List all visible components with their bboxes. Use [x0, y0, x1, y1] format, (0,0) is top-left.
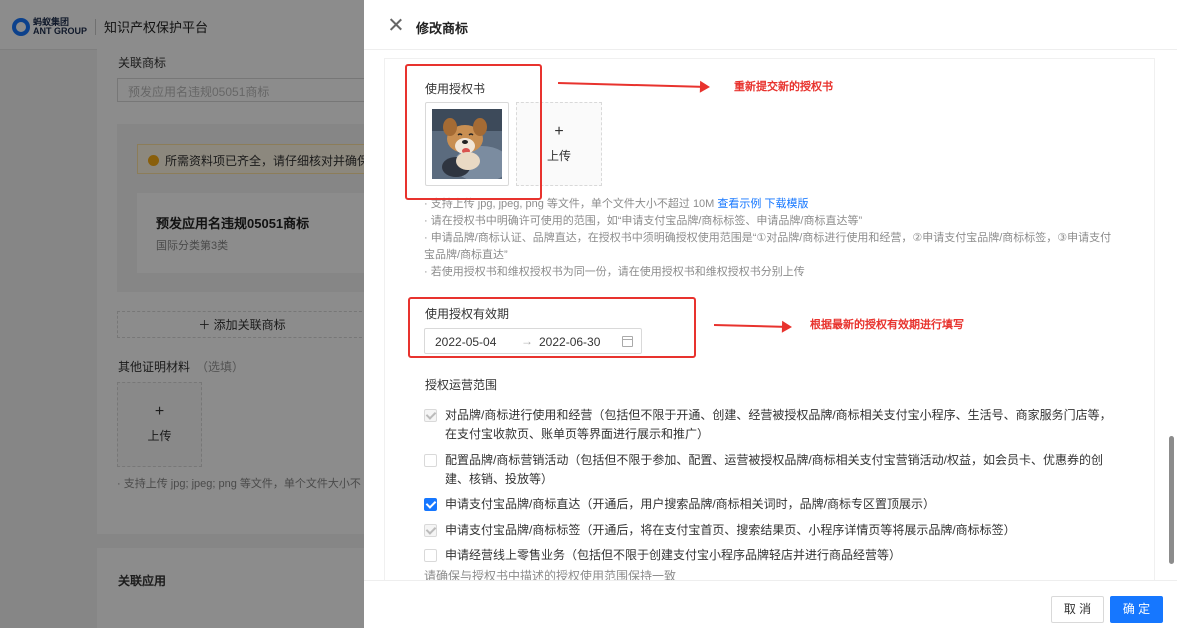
hint-brand-auth: · 申请品牌/商标认证、品牌直达，在授权书中须明确授权使用范围是“①对品牌/商标…: [424, 232, 1112, 261]
drawer-footer: 取 消 确 定: [364, 580, 1177, 628]
scope-item-marketing[interactable]: 配置品牌/商标营销活动（包括但不限于参加、配置、运营被授权品牌/商标相关支付宝营…: [424, 451, 1114, 489]
edit-trademark-drawer: 修改商标 使用授权书 + 上传 · 支持上传 jpg, jpeg, png 等文…: [364, 0, 1177, 628]
checkbox-checked[interactable]: [424, 498, 437, 511]
scope-item-direct[interactable]: 申请支付宝品牌/商标直达（开通后，用户搜索品牌/商标相关词时，品牌/商标专区置顶…: [424, 495, 1114, 514]
confirm-button[interactable]: 确 定: [1110, 596, 1163, 623]
annotation-note-2: 根据最新的授权有效期进行填写: [810, 319, 964, 331]
close-icon[interactable]: [388, 17, 404, 33]
auth-letter-hints: · 支持上传 jpg, jpeg, png 等文件，单个文件大小不超过 10M …: [424, 196, 1114, 281]
checkbox-unchecked[interactable]: [424, 454, 437, 467]
checkbox-unchecked[interactable]: [424, 549, 437, 562]
annotation-note-1: 重新提交新的授权书: [734, 81, 833, 93]
checkbox-checked-disabled: [424, 524, 437, 537]
annotation-box-validity: [408, 297, 696, 358]
annotation-box-auth-letter: [405, 64, 542, 200]
cancel-button[interactable]: 取 消: [1051, 596, 1104, 623]
hint-scope: · 请在授权书中明确许可使用的范围，如“申请支付宝品牌/商标标签、申请品牌/商标…: [424, 215, 863, 227]
scope-item-label: 配置品牌/商标营销活动（包括但不限于参加、配置、运营被授权品牌/商标相关支付宝营…: [445, 453, 1104, 486]
drawer-title: 修改商标: [416, 21, 469, 36]
scope-item-label: 对品牌/商标进行使用和经营（包括但不限于开通、创建、经营被授权品牌/商标相关支付…: [445, 408, 1112, 441]
scrollbar-thumb[interactable]: [1169, 436, 1174, 564]
scope-item-label: 申请支付宝品牌/商标直达（开通后，用户搜索品牌/商标相关词时，品牌/商标专区置顶…: [445, 497, 936, 511]
scope-item-label: 申请支付宝品牌/商标标签（开通后，将在支付宝首页、搜索结果页、小程序详情页等将展…: [445, 523, 1016, 537]
drawer-header: 修改商标: [364, 0, 1177, 50]
hint-same-file: · 若使用授权书和维权授权书为同一份，请在使用授权书和维权授权书分别上传: [424, 266, 805, 278]
scope-item-tag[interactable]: 申请支付宝品牌/商标标签（开通后，将在支付宝首页、搜索结果页、小程序详情页等将展…: [424, 521, 1114, 540]
download-template-link[interactable]: 下载模版: [764, 198, 808, 210]
checkbox-checked-disabled: [424, 409, 437, 422]
scope-item-label: 申请经营线上零售业务（包括但不限于创建支付宝小程序品牌轻店并进行商品经营等）: [445, 548, 902, 562]
view-example-link[interactable]: 查看示例: [717, 198, 761, 210]
scope-title: 授权运营范围: [425, 378, 498, 392]
scope-item-use-operate[interactable]: 对品牌/商标进行使用和经营（包括但不限于开通、创建、经营被授权品牌/商标相关支付…: [424, 406, 1114, 444]
scope-item-retail[interactable]: 申请经营线上零售业务（包括但不限于创建支付宝小程序品牌轻店并进行商品经营等）: [424, 546, 1114, 565]
